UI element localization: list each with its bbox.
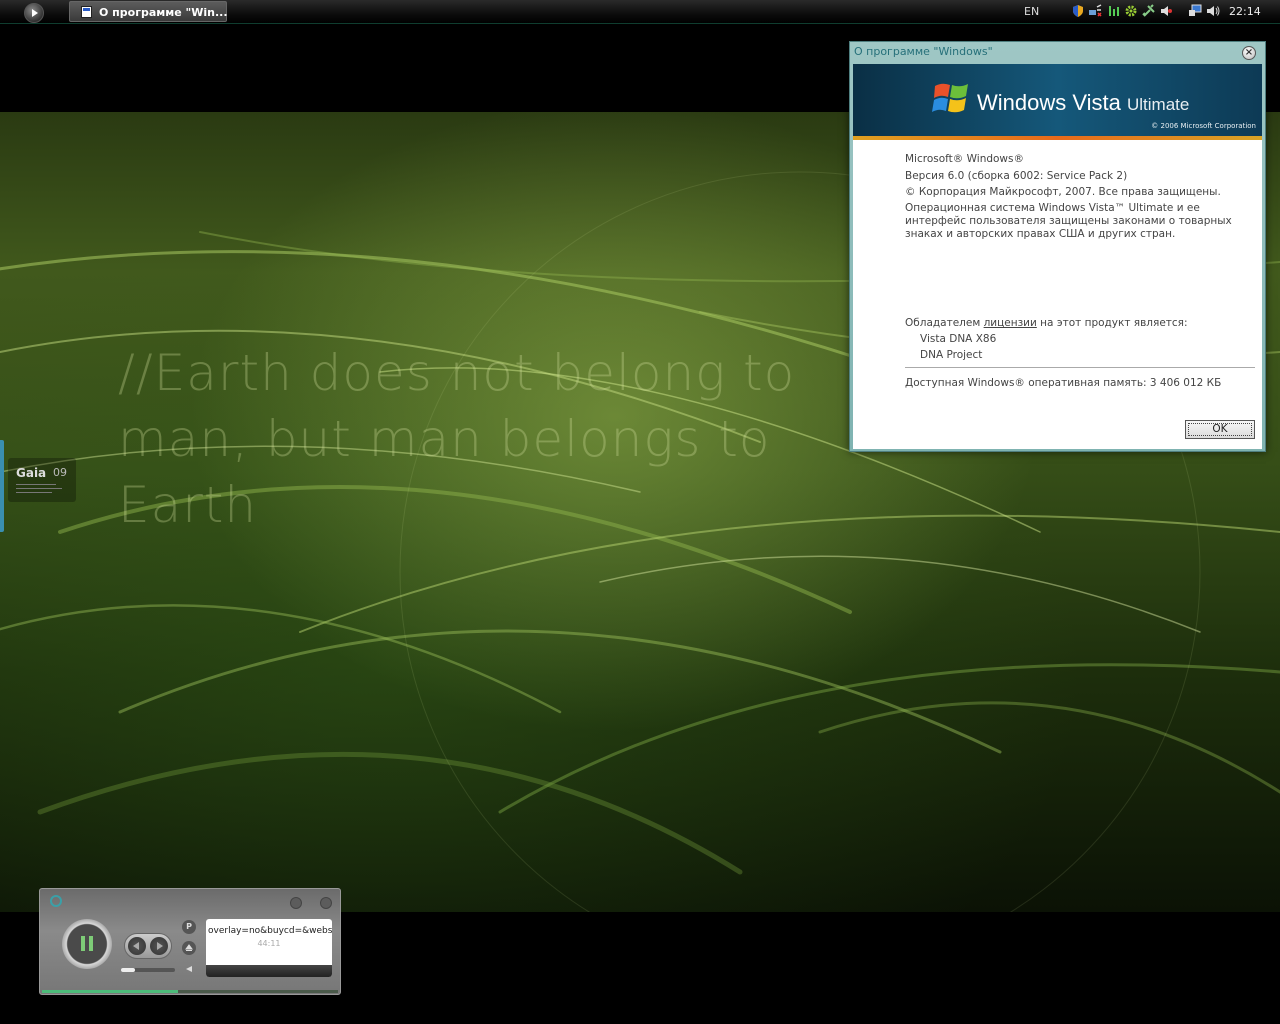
close-button[interactable]: × — [1242, 46, 1256, 60]
license-link[interactable]: лицензии — [984, 317, 1037, 329]
legal-description: Операционная система Windows Vista™ Ulti… — [905, 202, 1232, 240]
windows-logo-icon — [932, 83, 968, 113]
player-display: overlay=no&buycd=&webs 44:11 — [206, 919, 332, 977]
pause-icon — [89, 936, 93, 951]
seek-fill — [121, 968, 135, 972]
widget-number: 09 — [53, 466, 67, 479]
elapsed-time: 44:11 — [257, 939, 281, 948]
owner-name: Vista DNA X86 — [920, 333, 997, 345]
previous-button[interactable] — [128, 937, 146, 955]
taskbar: О программе "Win... EN 22:14 — [0, 0, 1280, 24]
minimize-button[interactable] — [290, 897, 302, 909]
brand-name: Windows Vista — [977, 90, 1121, 115]
pause-button[interactable] — [62, 919, 112, 969]
vista-banner: Windows Vista Ultimate © 2006 Microsoft … — [853, 64, 1262, 136]
owner-suffix: на этот продукт является: — [1036, 317, 1188, 329]
ok-button[interactable]: OK — [1185, 420, 1255, 439]
next-button[interactable] — [150, 937, 168, 955]
version-text: Версия 6.0 (сборка 6002: Service Pack 2) — [905, 170, 1128, 182]
product-brand: Windows Vista Ultimate — [977, 90, 1189, 116]
banner-stripe — [853, 136, 1262, 140]
buffer-progress — [42, 990, 338, 993]
owner-prefix: Обладателем — [905, 317, 984, 329]
close-button[interactable] — [320, 897, 332, 909]
dialog-title: О программе "Windows" — [854, 45, 993, 58]
separator — [905, 367, 1255, 368]
media-player: P overlay=no&buycd=&webs 44:11 — [39, 888, 341, 995]
product-name: Microsoft® Windows® — [905, 153, 1024, 165]
close-icon: × — [1244, 47, 1254, 58]
pause-icon — [81, 936, 85, 951]
eject-icon — [185, 944, 193, 951]
copyright-text: © Корпорация Майкрософт, 2007. Все права… — [905, 186, 1221, 198]
window-icon — [81, 6, 92, 18]
language-indicator[interactable]: EN — [1024, 5, 1039, 18]
playlist-button[interactable]: P — [182, 920, 196, 934]
widget-line — [16, 488, 62, 489]
sidebar-tab[interactable] — [0, 440, 4, 532]
start-button[interactable] — [24, 3, 44, 23]
clock[interactable]: 22:14 — [1229, 5, 1261, 18]
volume-icon[interactable] — [1206, 4, 1220, 18]
taskbar-button-label: О программе "Win... — [99, 6, 228, 19]
equalizer-icon[interactable] — [1107, 4, 1121, 18]
about-windows-dialog: О программе "Windows" × Windows Vista Ul… — [849, 41, 1266, 452]
dialog-client: Windows Vista Ultimate © 2006 Microsoft … — [853, 64, 1262, 449]
brand-edition: Ultimate — [1127, 95, 1190, 114]
owner-organization: DNA Project — [920, 349, 983, 361]
gear-icon[interactable] — [1124, 4, 1138, 18]
wallpaper-quote: //Earth does not belong to man, but man … — [118, 344, 796, 534]
network-icon[interactable] — [1088, 4, 1102, 18]
widget-title: Gaia — [16, 466, 47, 480]
track-navigation — [124, 933, 172, 959]
license-owner-line: Обладателем лицензии на этот продукт явл… — [905, 317, 1188, 329]
display-icon[interactable] — [1188, 4, 1202, 18]
taskbar-button-about-windows[interactable]: О программе "Win... — [69, 1, 228, 22]
buffer-progress-fill — [42, 990, 179, 993]
widget-line — [16, 484, 56, 485]
volume-icon[interactable] — [186, 966, 192, 972]
volume-mute-icon[interactable] — [1159, 4, 1173, 18]
gaia-widget[interactable]: Gaia 09 — [8, 458, 76, 502]
seek-slider[interactable] — [121, 968, 175, 972]
player-logo-icon — [50, 895, 62, 907]
eject-button[interactable] — [182, 941, 196, 955]
widget-line — [16, 492, 52, 493]
stream-url: overlay=no&buycd=&webs — [208, 926, 332, 936]
memory-text: Доступная Windows® оперативная память: 3… — [905, 377, 1222, 389]
banner-copyright: © 2006 Microsoft Corporation — [1151, 122, 1256, 130]
display-bar — [206, 965, 332, 977]
tools-icon[interactable] — [1142, 4, 1156, 18]
shield-icon[interactable] — [1071, 4, 1085, 18]
